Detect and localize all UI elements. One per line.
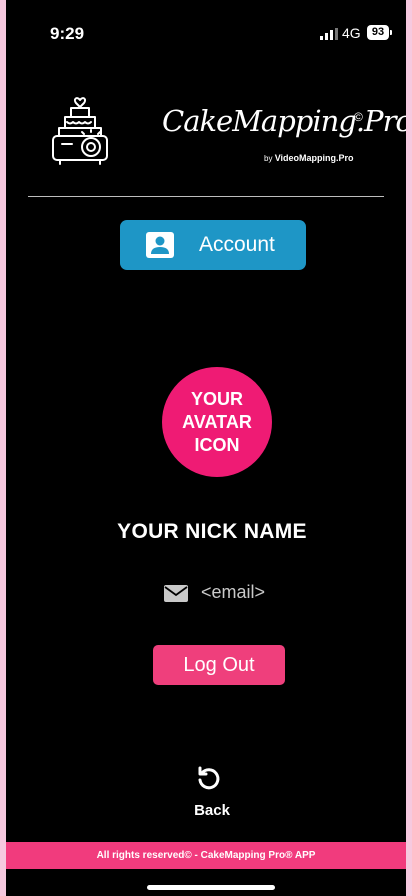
network-type: 4G <box>342 25 361 41</box>
brand-by: by <box>264 154 273 163</box>
avatar[interactable]: YOUR AVATAR ICON <box>162 367 272 477</box>
battery-tip <box>390 30 392 35</box>
nickname: YOUR NICK NAME <box>117 520 307 543</box>
signal-icon <box>320 28 338 40</box>
user-card-icon <box>146 232 174 258</box>
brand-logo: CakeMapping.Pro © by VideoMapping.Pro <box>162 100 406 175</box>
account-label: Account <box>199 233 275 256</box>
brand-sub-name: VideoMapping.Pro <box>274 153 354 163</box>
account-button[interactable]: Account <box>120 220 306 270</box>
footer-copyright: All rights reserved© - CakeMapping Pro® … <box>6 842 406 869</box>
cake-projector-icon <box>52 97 108 165</box>
brand-registered: © <box>354 110 363 124</box>
email-text: <email> <box>201 582 266 602</box>
status-time: 9:29 <box>50 24 85 43</box>
logout-button[interactable]: Log Out <box>153 645 285 685</box>
header-divider <box>28 196 384 197</box>
battery-icon: 93 <box>367 25 389 40</box>
avatar-text: YOUR AVATAR ICON <box>182 388 252 455</box>
app-screen: 9:29 4G 93 CakeMapping.Pro © by VideoMap… <box>6 0 406 896</box>
brand-name: CakeMapping.Pro <box>162 104 406 138</box>
back-button[interactable]: Back <box>6 802 406 819</box>
envelope-icon <box>164 585 188 602</box>
status-bar: 9:29 4G 93 <box>6 0 406 70</box>
undo-arrow-icon[interactable] <box>196 765 222 791</box>
home-indicator[interactable] <box>147 885 275 890</box>
brand-subtitle: by VideoMapping.Pro <box>264 153 354 163</box>
